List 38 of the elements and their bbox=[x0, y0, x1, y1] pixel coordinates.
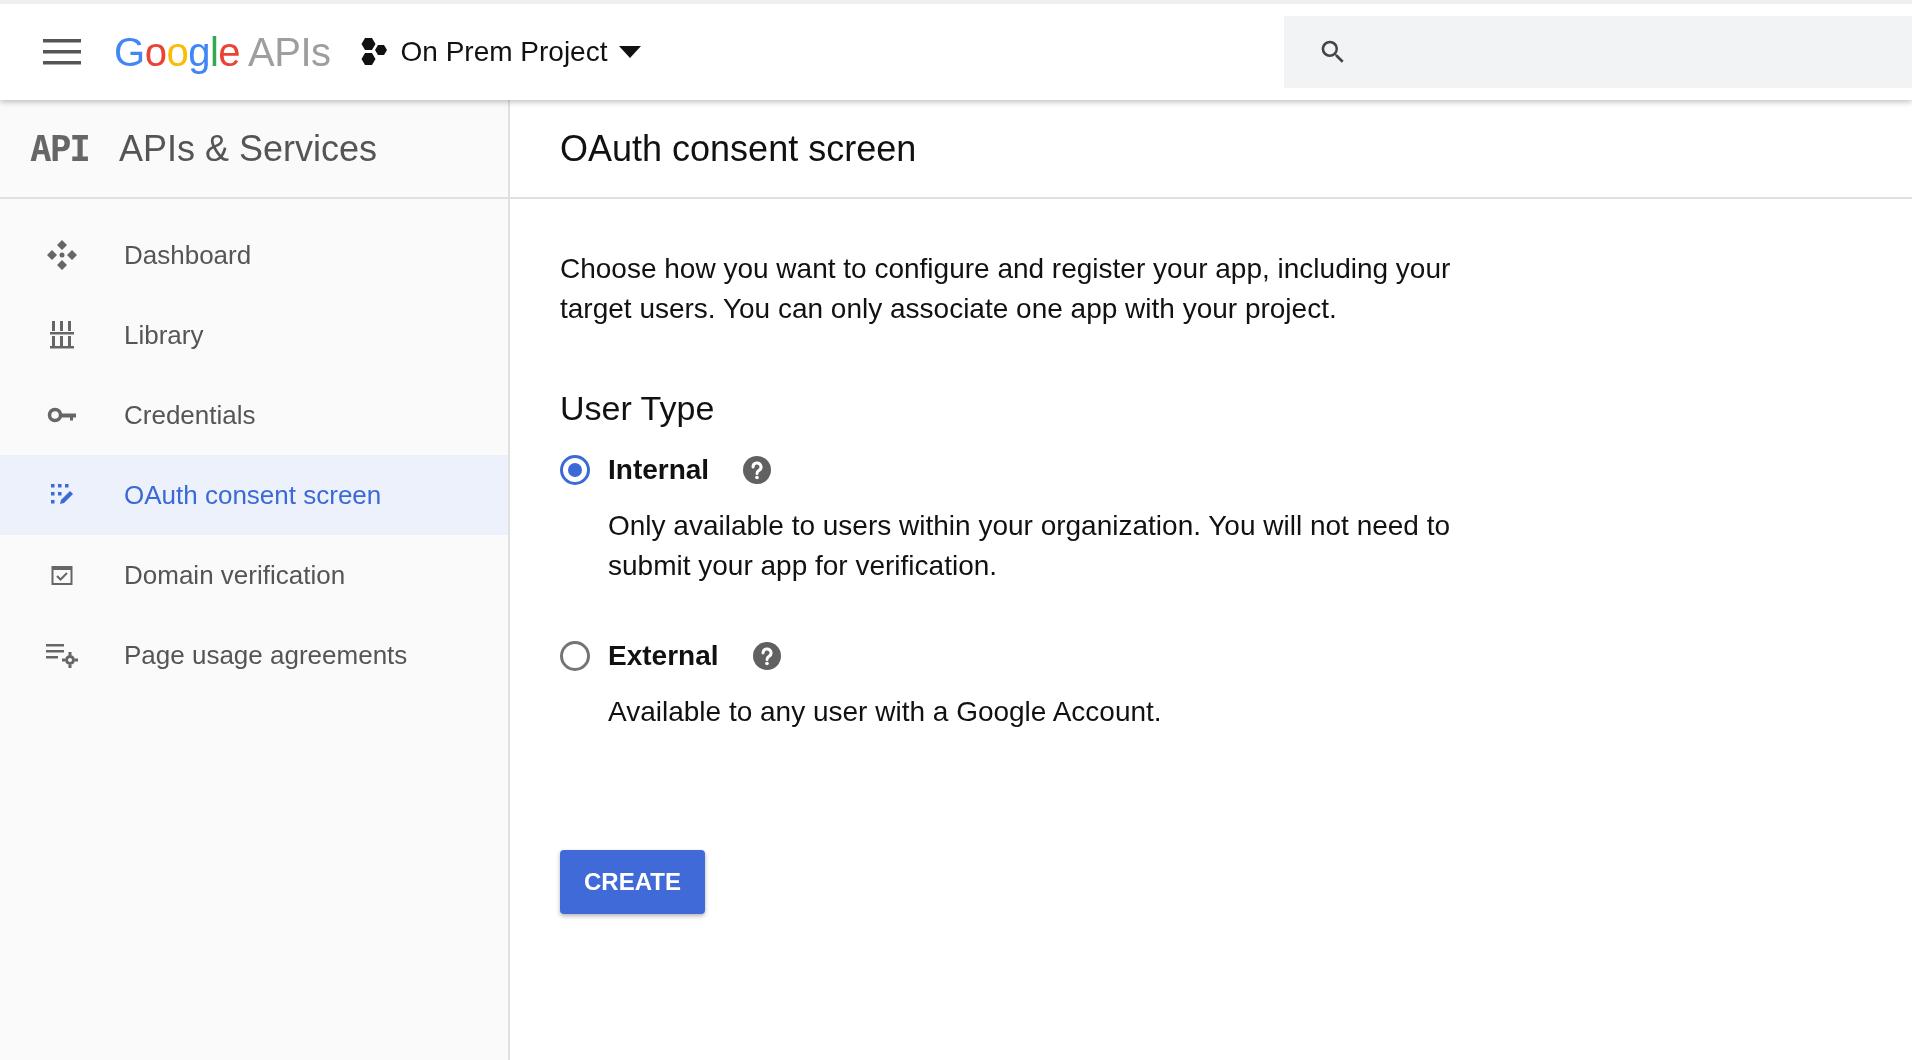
intro-text: Choose how you want to configure and register your app, including your target users. You can only associate one app with your project. bbox=[560, 252, 1452, 326]
caret-icon bbox=[619, 46, 642, 58]
sidebar-item[interactable]: Domain verification bbox=[0, 535, 508, 615]
sidebar-item[interactable]: Library bbox=[0, 295, 508, 375]
sidebar-item[interactable]: Credentials bbox=[0, 375, 508, 455]
dotted-pen-icon bbox=[50, 483, 74, 507]
option-label: External bbox=[608, 640, 719, 672]
key-icon bbox=[47, 406, 77, 424]
help-icon[interactable] bbox=[752, 642, 781, 670]
sidebar-item-label: Domain verification bbox=[124, 559, 346, 591]
sidebar-item[interactable]: Page usage agreements bbox=[0, 615, 508, 695]
logo-product-text: APIs bbox=[248, 29, 331, 75]
sidebar-item[interactable]: Dashboard bbox=[0, 215, 508, 295]
list-gear-icon bbox=[46, 642, 78, 668]
option-label: Internal bbox=[608, 454, 710, 486]
section-title: User Type bbox=[560, 389, 716, 428]
library-icon bbox=[49, 321, 75, 349]
page-title: OAuth consent screen bbox=[560, 127, 917, 170]
checkbox-icon bbox=[51, 564, 73, 586]
create-button[interactable]: CREATE bbox=[560, 850, 705, 914]
sidebar-title: APIs & Services bbox=[119, 127, 378, 170]
sidebar-item[interactable]: OAuth consent screen bbox=[0, 455, 508, 535]
logo-wordmark: Google bbox=[114, 29, 240, 75]
radio-button[interactable] bbox=[560, 455, 590, 485]
help-icon[interactable] bbox=[743, 456, 772, 484]
radio-button[interactable] bbox=[560, 641, 590, 671]
option-description: Only available to users within your organization. You will not need to submit your app for verification. bbox=[608, 509, 1452, 583]
search-field[interactable] bbox=[1284, 16, 1912, 88]
sidebar-item-label: Page usage agreements bbox=[124, 639, 408, 671]
sidebar-item-label: OAuth consent screen bbox=[124, 479, 382, 511]
sidebar-item-label: Credentials bbox=[124, 399, 256, 431]
sidebar-item-label: Library bbox=[124, 319, 204, 351]
api-logo: API bbox=[30, 128, 90, 169]
project-selector[interactable]: On Prem Project bbox=[358, 36, 642, 68]
option-description: Available to any user with a Google Account. bbox=[608, 695, 1163, 729]
diamond-dots-icon bbox=[46, 239, 78, 271]
menu-icon bbox=[43, 39, 81, 65]
sidebar-item-label: Dashboard bbox=[124, 239, 252, 271]
